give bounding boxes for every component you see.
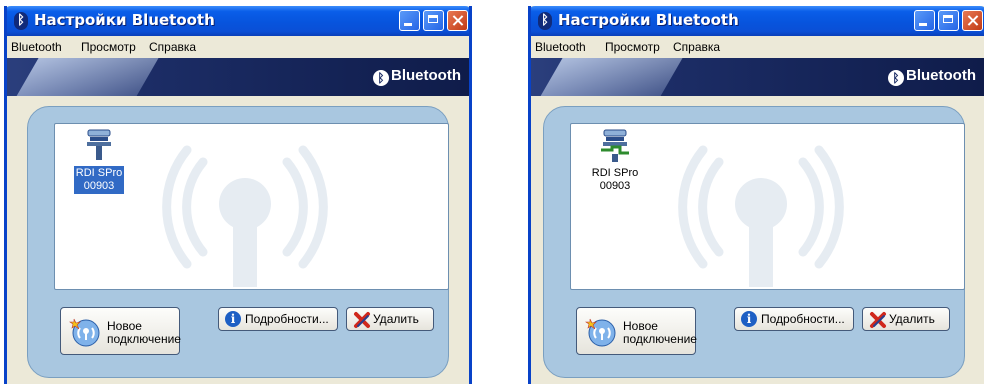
serial-port-connected-icon [600, 128, 630, 164]
delete-label: Удалить [373, 312, 419, 326]
device-id: 00903 [83, 180, 115, 192]
serial-port-icon [84, 128, 114, 164]
menu-view[interactable]: Просмотр [81, 40, 136, 54]
device-name: RDI SPro [591, 167, 639, 179]
bluetooth-settings-window: ᛒ Настройки Bluetooth Bluetooth Просмотр… [4, 6, 472, 384]
device-item[interactable]: RDI SPro 00903 [69, 128, 129, 194]
device-panel: RDI SPro 00903 Новое подключение i Подро… [543, 106, 965, 378]
new-connection-button[interactable]: Новое подключение [60, 307, 181, 355]
details-button[interactable]: i Подробности... [734, 307, 854, 331]
bluetooth-antenna-watermark-icon [678, 145, 844, 287]
delete-label: Удалить [889, 312, 935, 326]
window-title: Настройки Bluetooth [34, 11, 215, 29]
banner: ᛒ Bluetooth [7, 58, 469, 96]
maximize-button[interactable] [938, 10, 959, 31]
banner-graphic [533, 58, 689, 96]
device-name: RDI SPro [75, 167, 123, 179]
delete-x-icon [354, 312, 370, 328]
close-button[interactable] [962, 10, 983, 31]
device-label: RDI SPro 00903 [73, 166, 125, 194]
brand-text: Bluetooth [391, 67, 461, 84]
details-button[interactable]: i Подробности... [218, 307, 338, 331]
device-label: RDI SPro 00903 [590, 166, 640, 194]
close-button[interactable] [447, 10, 468, 31]
minimize-button[interactable] [399, 10, 420, 31]
details-label: Подробности... [245, 312, 329, 326]
device-id: 00903 [599, 180, 631, 192]
device-list[interactable]: RDI SPro 00903 [54, 123, 449, 290]
title-bar[interactable]: ᛒ Настройки Bluetooth [7, 6, 469, 36]
details-label: Подробности... [761, 312, 845, 326]
bluetooth-settings-window: ᛒ Настройки Bluetooth Bluetooth Просмотр… [528, 6, 984, 384]
new-connection-icon [585, 318, 616, 347]
bluetooth-icon: ᛒ [538, 12, 552, 30]
new-connection-label-2: подключение [107, 332, 181, 346]
menu-bar: Bluetooth Просмотр Справка [531, 36, 984, 58]
new-connection-icon [69, 318, 100, 347]
delete-button[interactable]: Удалить [346, 307, 434, 331]
menu-bluetooth[interactable]: Bluetooth [535, 40, 586, 54]
info-icon: i [225, 311, 241, 327]
minimize-button[interactable] [914, 10, 935, 31]
menu-view[interactable]: Просмотр [605, 40, 660, 54]
window-title: Настройки Bluetooth [558, 11, 739, 29]
banner-graphic [9, 58, 165, 96]
menu-bluetooth[interactable]: Bluetooth [11, 40, 62, 54]
device-panel: RDI SPro 00903 Новое подключение i Подро… [27, 106, 449, 378]
delete-x-icon [870, 312, 886, 328]
menu-help[interactable]: Справка [673, 40, 720, 54]
device-list[interactable]: RDI SPro 00903 [570, 123, 965, 290]
menu-bar: Bluetooth Просмотр Справка [7, 36, 469, 58]
bluetooth-rune-icon: ᛒ [888, 70, 905, 86]
new-connection-button[interactable]: Новое подключение [576, 307, 697, 355]
device-item[interactable]: RDI SPro 00903 [585, 128, 645, 194]
maximize-button[interactable] [423, 10, 444, 31]
banner: ᛒ Bluetooth [531, 58, 984, 96]
delete-button[interactable]: Удалить [862, 307, 950, 331]
bluetooth-rune-icon: ᛒ [373, 70, 390, 86]
menu-help[interactable]: Справка [149, 40, 196, 54]
info-icon: i [741, 311, 757, 327]
bluetooth-logo: ᛒ Bluetooth [373, 67, 461, 86]
bluetooth-logo: ᛒ Bluetooth [888, 67, 976, 86]
bluetooth-icon: ᛒ [14, 12, 28, 30]
new-connection-label-2: подключение [623, 332, 697, 346]
brand-text: Bluetooth [906, 67, 976, 84]
bluetooth-antenna-watermark-icon [162, 145, 328, 287]
title-bar[interactable]: ᛒ Настройки Bluetooth [531, 6, 984, 36]
